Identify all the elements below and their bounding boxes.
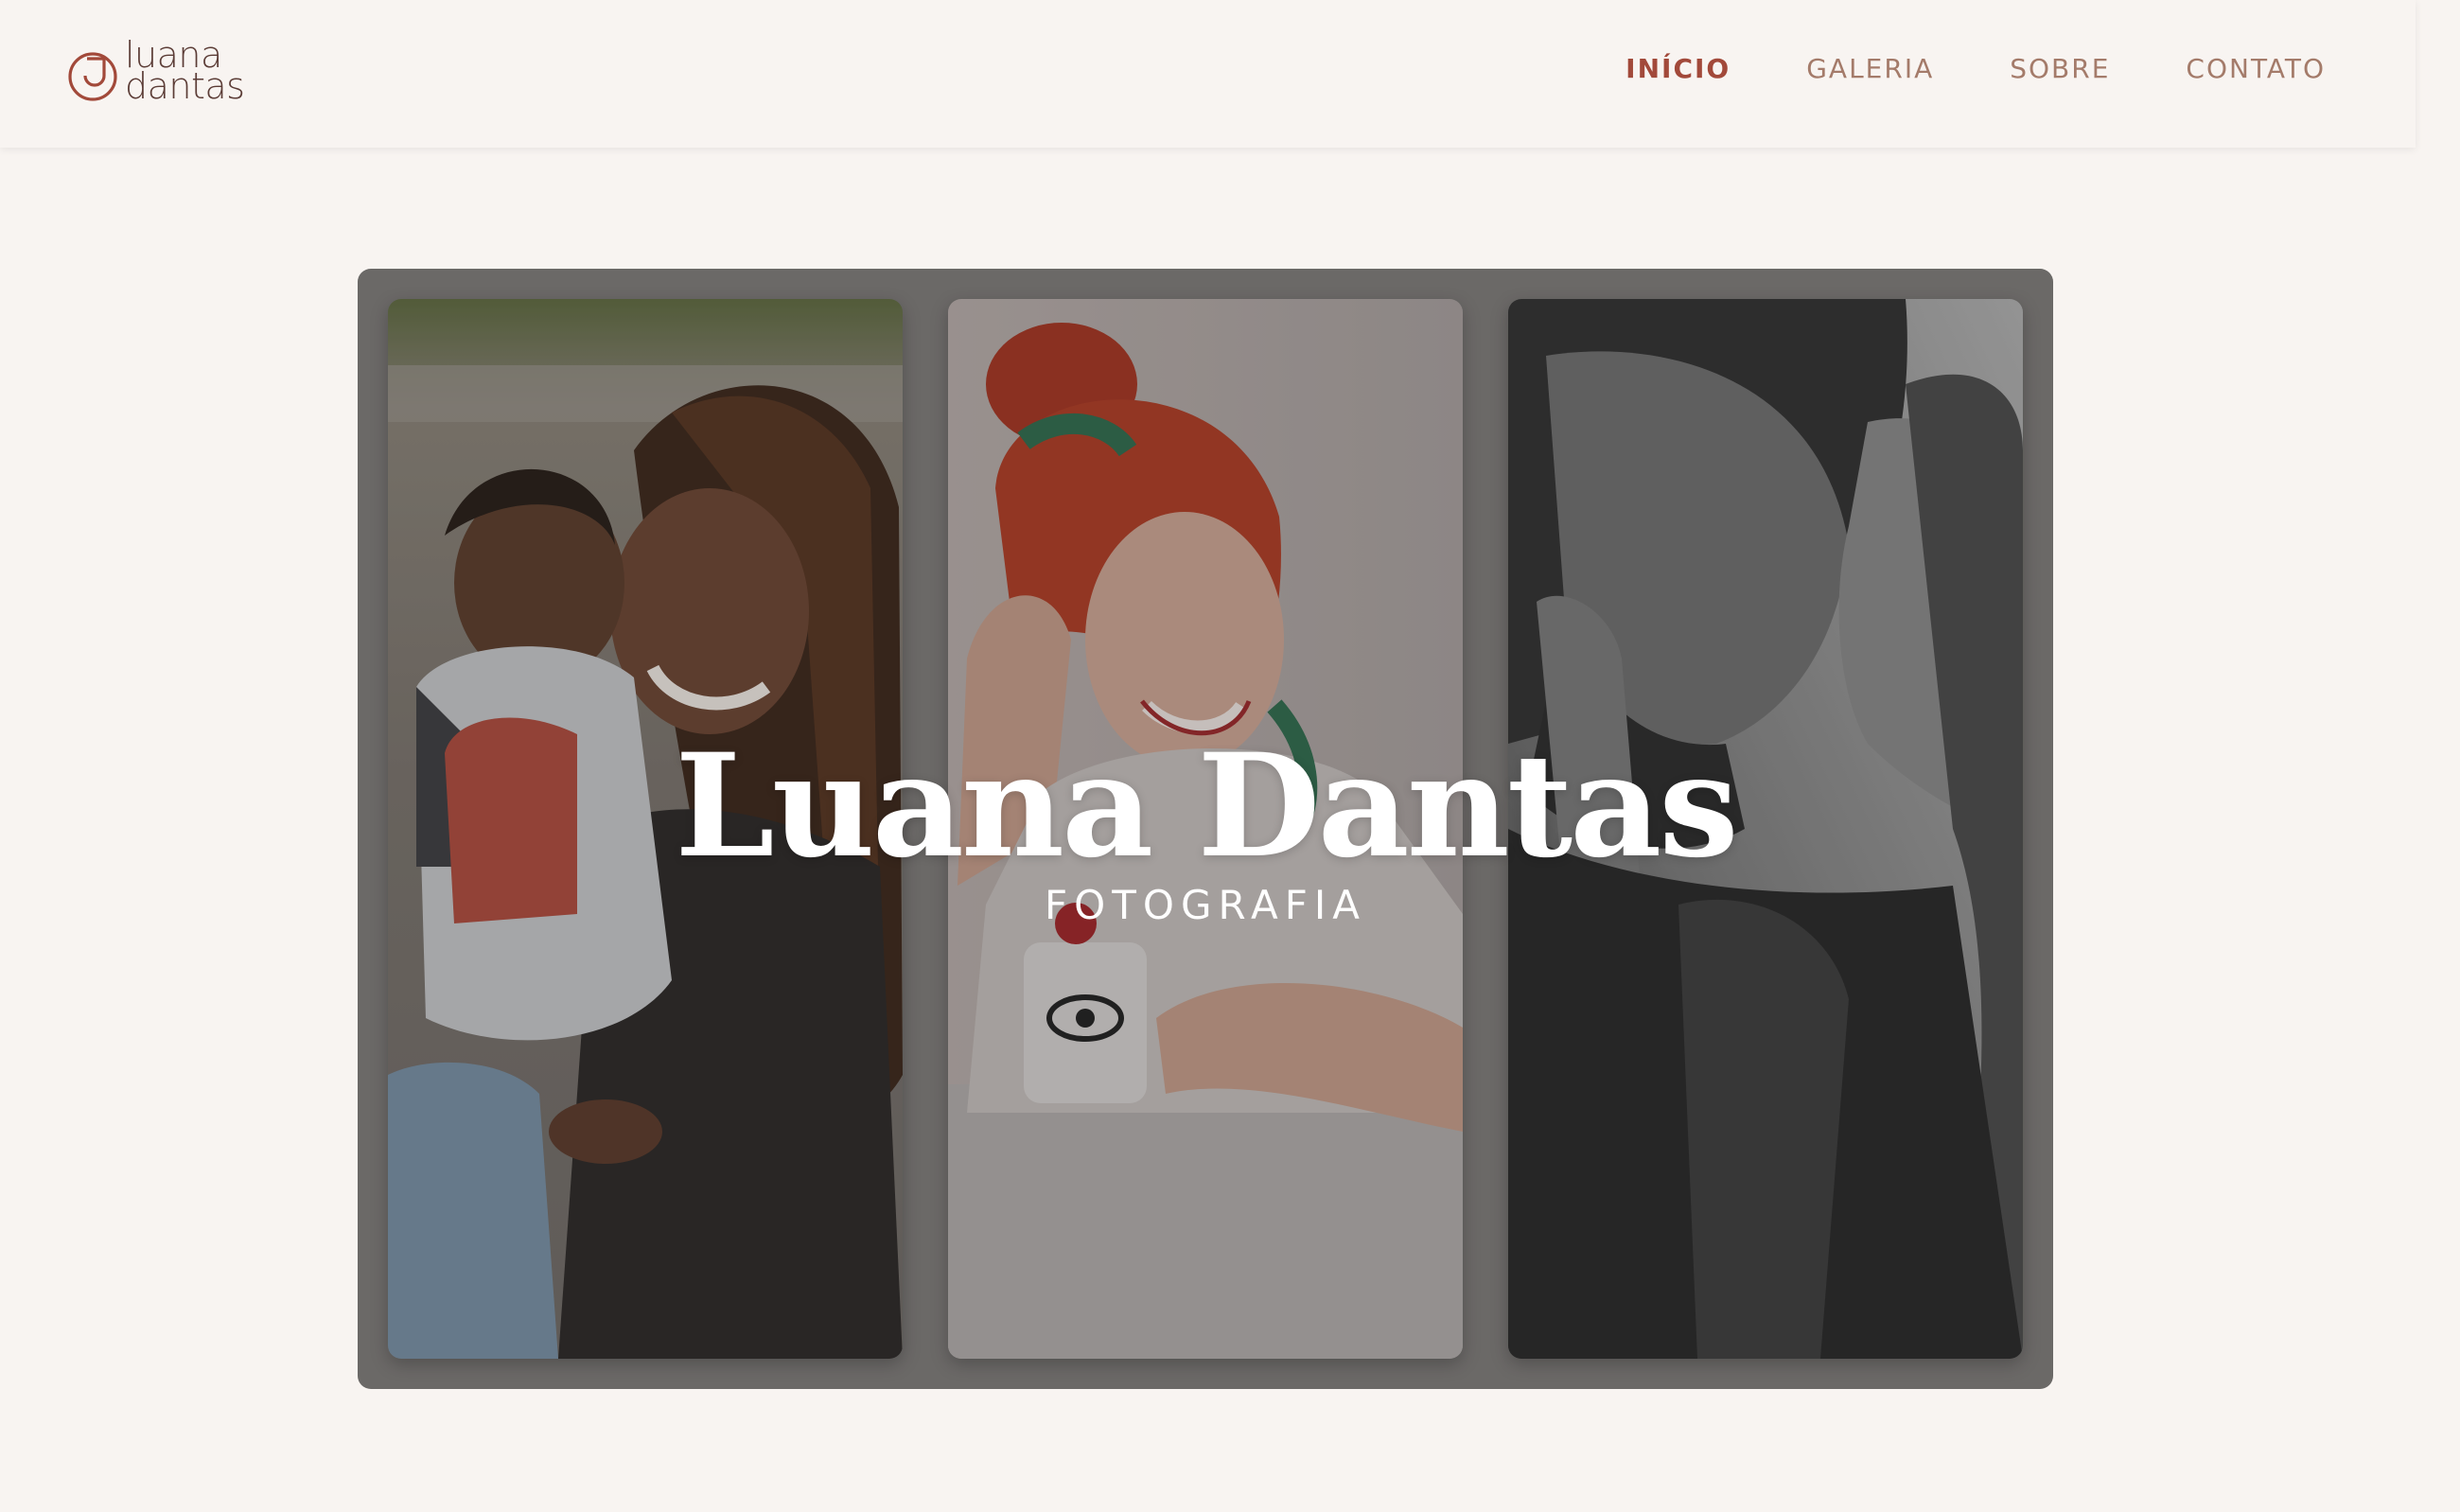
main-nav: INÍCIO GALERIA SOBRE CONTATO <box>1625 53 2326 84</box>
logo-wordmark: luana dantas <box>125 37 245 107</box>
hero-banner: Luana Dantas FOTOGRAFIA <box>358 269 2053 1389</box>
nav-item-inicio[interactable]: INÍCIO <box>1625 53 1731 84</box>
site-header: luana dantas INÍCIO GALERIA SOBRE CONTAT… <box>0 0 2416 148</box>
hero-title: Luana Dantas <box>675 723 1738 889</box>
nav-item-contato[interactable]: CONTATO <box>2186 53 2326 84</box>
site-logo[interactable]: luana dantas <box>66 37 246 108</box>
nav-item-galeria[interactable]: GALERIA <box>1806 53 1934 84</box>
nav-item-sobre[interactable]: SOBRE <box>2010 53 2110 84</box>
hero-subtitle: FOTOGRAFIA <box>1045 882 1366 928</box>
page-edge <box>2416 0 2460 1512</box>
logo-mark-icon <box>68 52 117 101</box>
logo-line-2: dantas <box>125 65 245 107</box>
